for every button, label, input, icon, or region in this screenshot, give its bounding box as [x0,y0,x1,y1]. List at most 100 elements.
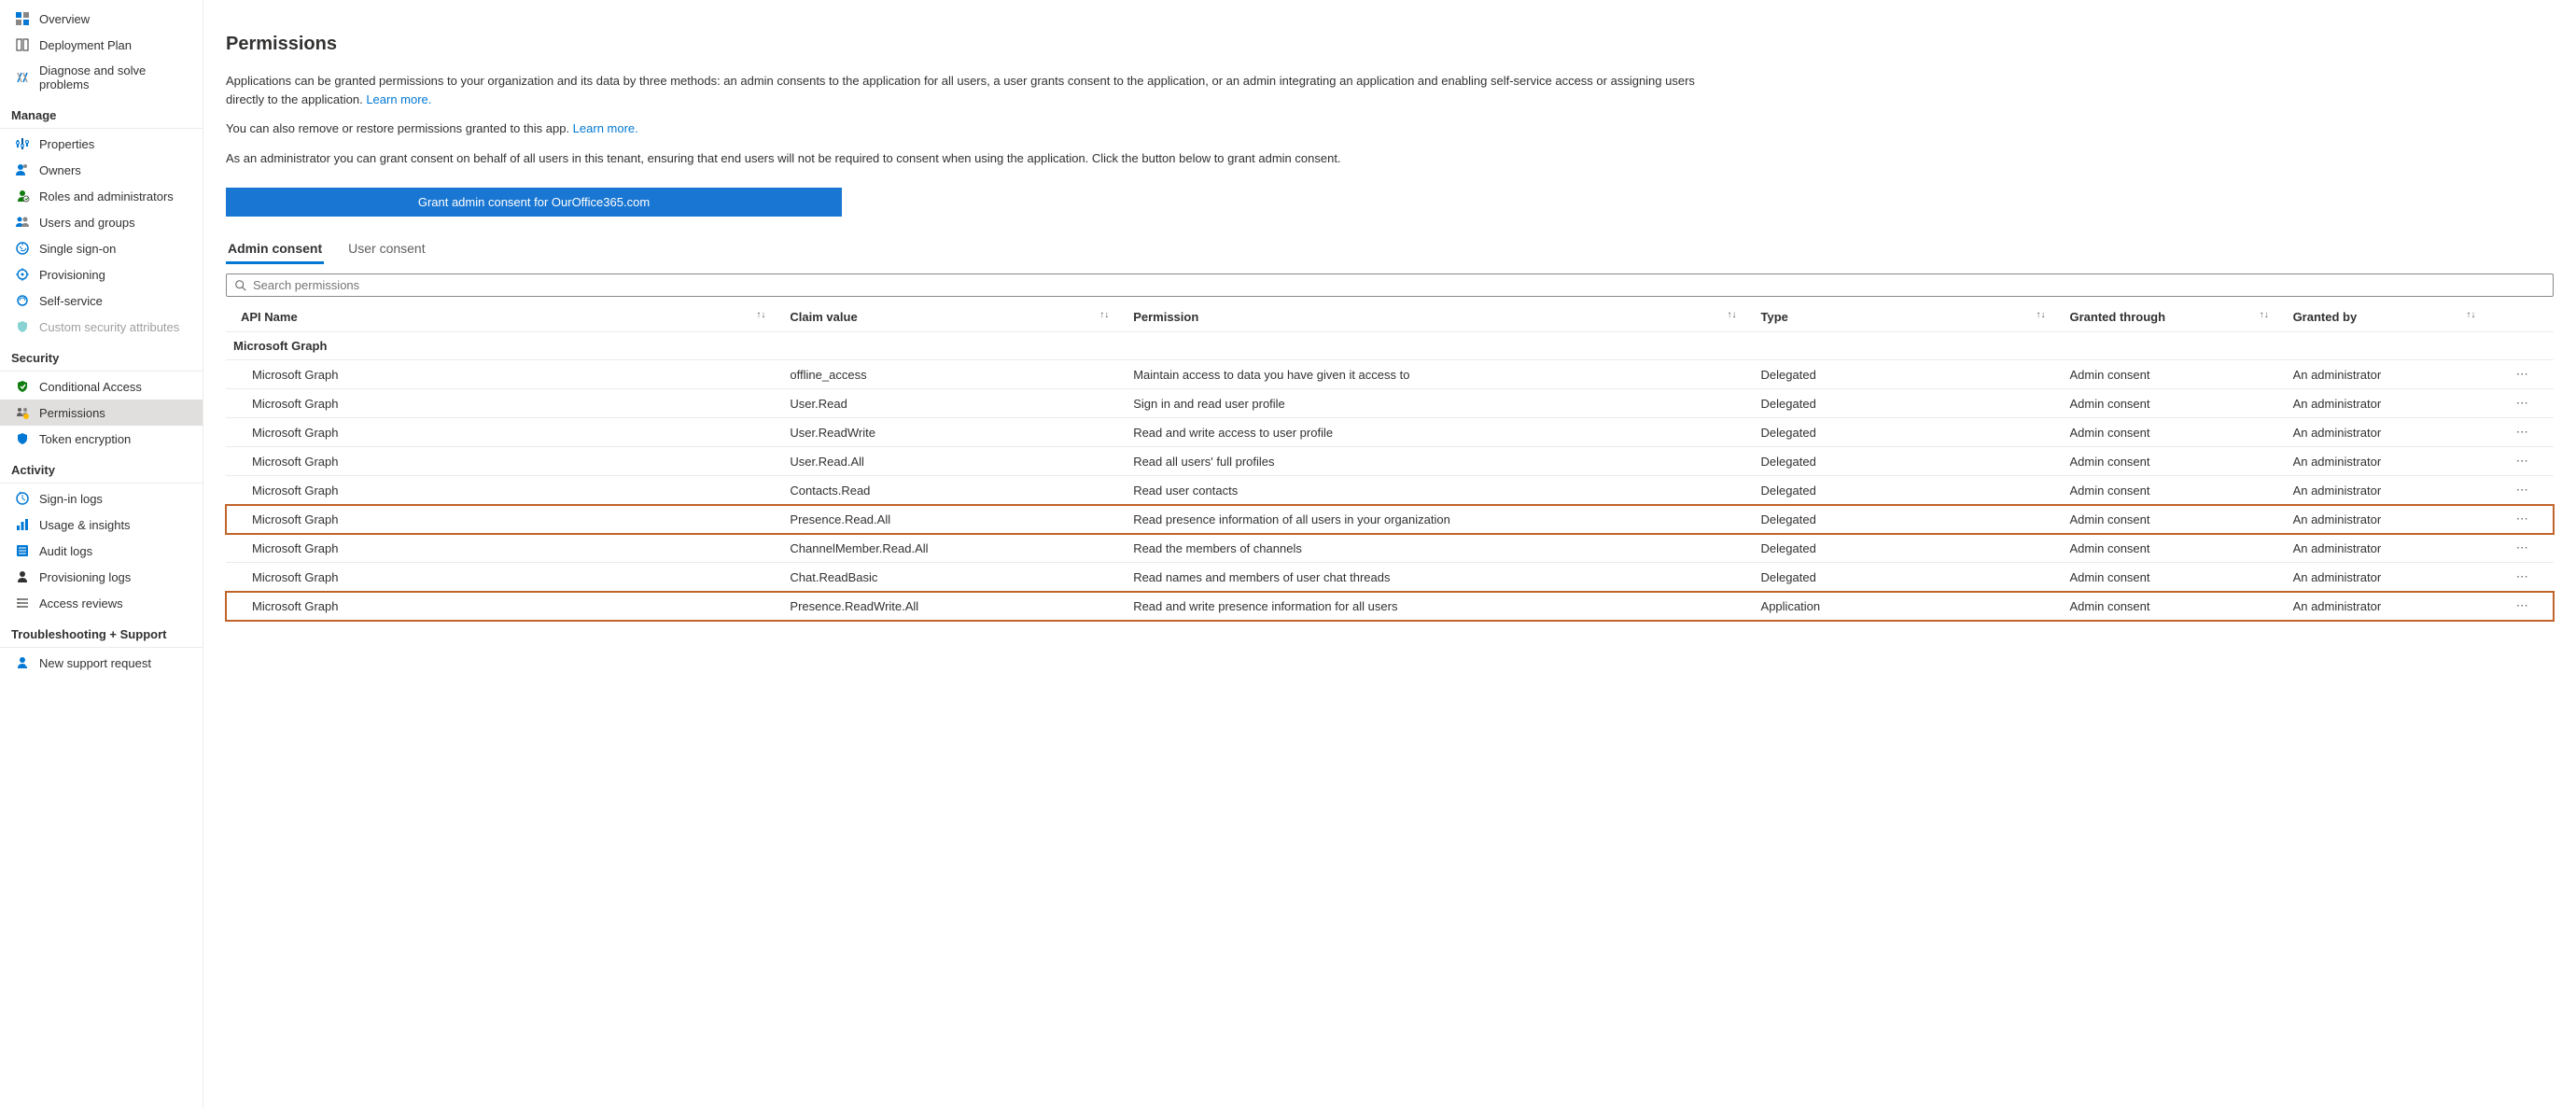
sidebar-item-self-service[interactable]: Self-service [0,288,203,314]
row-more-button[interactable]: ⋯ [2485,534,2554,563]
cell-granted-through: Admin consent [2055,389,2278,418]
cell-type: Delegated [1746,534,2055,563]
cell-granted-through: Admin consent [2055,418,2278,447]
sidebar-item-users-and-groups[interactable]: Users and groups [0,209,203,235]
row-more-button[interactable]: ⋯ [2485,389,2554,418]
row-more-button[interactable]: ⋯ [2485,418,2554,447]
cell-permission: Read and write access to user profile [1118,418,1745,447]
sso-icon [15,241,30,256]
cell-granted-through: Admin consent [2055,534,2278,563]
sidebar-item-label: Audit logs [39,544,92,558]
sidebar-item-deployment-plan[interactable]: Deployment Plan [0,32,203,58]
permission-row[interactable]: Microsoft GraphPresence.ReadWrite.AllRea… [226,592,2554,621]
tab-user-consent[interactable]: User consent [346,235,427,264]
cell-granted-through: Admin consent [2055,360,2278,389]
permission-row[interactable]: Microsoft Graphoffline_accessMaintain ac… [226,360,2554,389]
column-header-granted-through[interactable]: Granted through↑↓ [2055,302,2278,332]
intro-text-1: Applications can be granted permissions … [226,74,1695,106]
intro-paragraph-2: You can also remove or restore permissio… [226,119,1719,138]
column-header-api-name[interactable]: API Name↑↓ [226,302,775,332]
cell-claim-value: User.Read.All [775,447,1118,476]
sidebar-item-custom-security-attributes: Custom security attributes [0,314,203,340]
cell-claim-value: User.ReadWrite [775,418,1118,447]
column-label: API Name [241,310,298,324]
sidebar-item-label: Diagnose and solve problems [39,63,193,91]
cell-claim-value: Presence.ReadWrite.All [775,592,1118,621]
permission-row[interactable]: Microsoft GraphUser.ReadSign in and read… [226,389,2554,418]
sidebar: OverviewDeployment Plan Diagnose and solv… [0,0,203,1108]
provisioning-icon [15,267,30,282]
sidebar-item-label: Single sign-on [39,242,116,256]
cell-granted-by: An administrator [2278,563,2485,592]
cell-claim-value: Chat.ReadBasic [775,563,1118,592]
sidebar-item-label: New support request [39,656,151,670]
search-permissions-input[interactable] [253,278,2545,292]
tab-admin-consent[interactable]: Admin consent [226,235,324,264]
grant-admin-consent-button[interactable]: Grant admin consent for OurOffice365.com [226,188,842,217]
sidebar-item-new-support-request[interactable]: New support request [0,650,203,676]
sidebar-item-diagnose-and-solve-problems[interactable]: Diagnose and solve problems [0,58,203,97]
row-more-button[interactable]: ⋯ [2485,447,2554,476]
sidebar-item-conditional-access[interactable]: Conditional Access [0,373,203,400]
sidebar-item-label: Provisioning [39,268,105,282]
column-header-permission[interactable]: Permission↑↓ [1118,302,1745,332]
sidebar-item-permissions[interactable]: Permissions [0,400,203,426]
support-icon [15,655,30,670]
sidebar-item-roles-and-administrators[interactable]: Roles and administrators [0,183,203,209]
row-more-button[interactable]: ⋯ [2485,505,2554,534]
permission-row[interactable]: Microsoft GraphUser.ReadWriteRead and wr… [226,418,2554,447]
permissions-table: API Name↑↓Claim value↑↓Permission↑↓Type↑… [226,302,2554,621]
sidebar-item-overview[interactable]: Overview [0,6,203,32]
sidebar-item-sign-in-logs[interactable]: Sign-in logs [0,485,203,512]
permission-row[interactable]: Microsoft GraphChannelMember.Read.AllRea… [226,534,2554,563]
sidebar-item-audit-logs[interactable]: Audit logs [0,538,203,564]
sidebar-item-access-reviews[interactable]: Access reviews [0,590,203,616]
sidebar-item-properties[interactable]: Properties [0,131,203,157]
column-label: Claim value [790,310,857,324]
row-more-button[interactable]: ⋯ [2485,360,2554,389]
cell-claim-value: ChannelMember.Read.All [775,534,1118,563]
column-header-claim-value[interactable]: Claim value↑↓ [775,302,1118,332]
row-more-button[interactable]: ⋯ [2485,476,2554,505]
cell-claim-value: Contacts.Read [775,476,1118,505]
sidebar-group-activity: Activity [0,452,203,484]
row-more-button[interactable]: ⋯ [2485,592,2554,621]
search-icon [234,279,247,292]
sidebar-item-label: Custom security attributes [39,320,179,334]
sidebar-item-usage-insights[interactable]: Usage & insights [0,512,203,538]
sidebar-item-label: Access reviews [39,596,123,610]
sidebar-item-token-encryption[interactable]: Token encryption [0,426,203,452]
sidebar-item-provisioning-logs[interactable]: Provisioning logs [0,564,203,590]
token-icon [15,431,30,446]
sidebar-item-owners[interactable]: Owners [0,157,203,183]
sidebar-item-label: Roles and administrators [39,189,174,203]
permission-row[interactable]: Microsoft GraphChat.ReadBasicRead names … [226,563,2554,592]
sidebar-item-label: Usage & insights [39,518,131,532]
sidebar-item-label: Conditional Access [39,380,142,394]
cell-granted-by: An administrator [2278,505,2485,534]
cell-type: Application [1746,592,2055,621]
users-icon [15,215,30,230]
permission-row[interactable]: Microsoft GraphPresence.Read.AllRead pre… [226,505,2554,534]
row-more-button[interactable]: ⋯ [2485,563,2554,592]
cell-permission: Read all users' full profiles [1118,447,1745,476]
permission-row[interactable]: Microsoft GraphContacts.ReadRead user co… [226,476,2554,505]
learn-more-link-1[interactable]: Learn more. [366,92,431,106]
search-permissions-box[interactable] [226,273,2554,297]
cell-permission: Read names and members of user chat thre… [1118,563,1745,592]
cell-type: Delegated [1746,476,2055,505]
cell-permission: Sign in and read user profile [1118,389,1745,418]
cell-api-name: Microsoft Graph [226,476,775,505]
cell-api-name: Microsoft Graph [226,418,775,447]
cell-api-name: Microsoft Graph [226,534,775,563]
permission-row[interactable]: Microsoft GraphUser.Read.AllRead all use… [226,447,2554,476]
sidebar-item-single-sign-on[interactable]: Single sign-on [0,235,203,261]
sidebar-item-provisioning[interactable]: Provisioning [0,261,203,288]
cell-type: Delegated [1746,505,2055,534]
cell-granted-by: An administrator [2278,389,2485,418]
learn-more-link-2[interactable]: Learn more. [573,121,638,135]
overview-icon [15,11,30,26]
column-header-type[interactable]: Type↑↓ [1746,302,2055,332]
sidebar-group-manage: Manage [0,97,203,129]
column-header-granted-by[interactable]: Granted by↑↓ [2278,302,2485,332]
